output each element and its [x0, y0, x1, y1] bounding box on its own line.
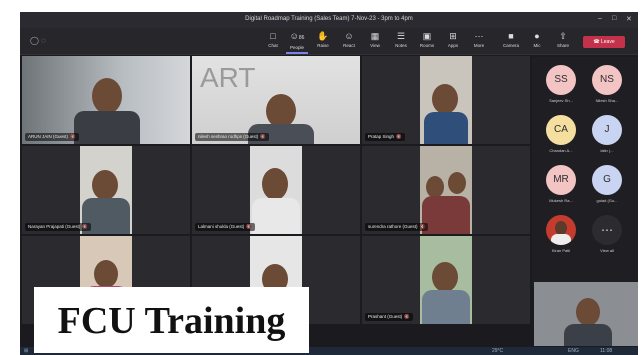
view-icon: ▦: [370, 31, 380, 41]
participant-name: surendra rathore (Guest) 🔇: [365, 223, 429, 231]
video-tile[interactable]: Prashant (Guest) 🔇: [362, 236, 530, 324]
rooms-button[interactable]: ▣ Rooms: [416, 31, 438, 48]
react-icon: ☺: [344, 31, 354, 41]
avatar-name: Chandan A...: [549, 148, 573, 153]
participant-head: [266, 94, 296, 128]
mic-off-icon: 🔇: [396, 134, 402, 139]
video-tile[interactable]: Pratap Singh 🔇: [362, 56, 530, 144]
raise-hand-button[interactable]: ✋ Raise: [312, 31, 334, 48]
shield-icon: ◯ ◌: [30, 36, 46, 45]
participant-head: [94, 260, 118, 288]
participant-name: ARUN JAIN (Guest) 🔇: [25, 133, 79, 141]
avatar[interactable]: J: [592, 115, 622, 145]
maximize-icon[interactable]: □: [612, 15, 616, 22]
participant-body: [422, 290, 470, 324]
clock[interactable]: 11:08: [600, 348, 612, 354]
leave-button[interactable]: ☎ Leave: [583, 36, 625, 48]
video-tile[interactable]: Lalmani shukla (Guest) 🔇: [192, 146, 360, 234]
participant-name: Pratap Singh 🔇: [365, 133, 405, 141]
avatar-photo-body: [551, 234, 571, 245]
video-tile[interactable]: ARUN JAIN (Guest) 🔇: [22, 56, 190, 144]
apps-icon: ⊞: [449, 31, 457, 41]
caption-banner: FCU Training: [34, 287, 309, 353]
temperature: 29°C: [492, 348, 504, 354]
participant-head: [426, 176, 444, 198]
video-tile[interactable]: ART nilesh seshrao rodhps (Guest) 🔇: [192, 56, 360, 144]
avatar[interactable]: [546, 215, 576, 245]
avatar-name: gulad (Gu...: [596, 198, 618, 203]
people-button[interactable]: ☺86 People: [286, 31, 308, 54]
caption-text: FCU Training: [57, 300, 286, 342]
avatar[interactable]: NS: [592, 65, 622, 95]
camera-button[interactable]: ■ Camera: [500, 31, 522, 48]
participant-name: Prashant (Guest) 🔇: [365, 313, 413, 321]
rooms-icon: ▣: [422, 31, 432, 41]
participant-head: [448, 172, 466, 194]
meeting-toolbar: ◯ ◌ □ Chat ☺86 People ✋ Raise ☺ React ▦ …: [20, 28, 638, 55]
phone-icon: ☎: [593, 39, 600, 45]
share-icon: ⇧: [559, 31, 567, 41]
apps-button[interactable]: ⊞ Apps: [442, 31, 464, 48]
participant-body: [74, 111, 140, 144]
participant-body: [252, 198, 300, 234]
mic-off-icon: 🔇: [404, 314, 410, 319]
mic-off-icon: 🔇: [70, 134, 76, 139]
chat-icon: □: [270, 31, 276, 41]
participant-head: [432, 262, 458, 292]
participant-head: [432, 84, 458, 114]
participant-name: Lalmani shukla (Guest) 🔇: [195, 223, 255, 231]
avatar-name: iatin (...: [600, 148, 614, 153]
participants-side-panel: SS Sanjeev Sh... NS Nilesh Sha... CA Cha…: [532, 57, 638, 287]
react-button[interactable]: ☺ React: [338, 31, 360, 48]
notes-icon: ☰: [396, 31, 406, 41]
video-tile[interactable]: surendra rathore (Guest) 🔇: [362, 146, 530, 234]
participant-head: [262, 168, 288, 200]
avatar[interactable]: CA: [546, 115, 576, 145]
more-icon: ⋯: [474, 31, 484, 41]
mic-off-icon: 🔇: [246, 224, 252, 229]
mic-button[interactable]: ● Mic: [526, 31, 548, 48]
mic-off-icon: 🔇: [419, 224, 426, 229]
more-button[interactable]: ⋯ More: [468, 31, 490, 48]
participant-head: [92, 170, 118, 200]
avatar[interactable]: MR: [546, 165, 576, 195]
participant-name: nilesh seshrao rodhps (Guest) 🔇: [195, 133, 269, 141]
chat-button[interactable]: □ Chat: [262, 31, 284, 48]
avatar-name: Nilesh Sha...: [595, 98, 619, 103]
windows-start-icon[interactable]: ⊞: [24, 348, 28, 354]
title-bar: Digital Roadmap Training (Sales Team) 7-…: [20, 12, 638, 28]
wall-art: ART: [200, 62, 256, 93]
avatar-name: Kiran Patil: [551, 248, 571, 253]
participant-body: [422, 196, 470, 234]
people-icon: ☺86: [289, 31, 305, 41]
window-title: Digital Roadmap Training (Sales Team) 7-…: [245, 16, 413, 22]
video-tile[interactable]: Narayan Prajapati (Guest) 🔇: [22, 146, 190, 234]
participant-head: [92, 78, 122, 114]
participant-name: Narayan Prajapati (Guest) 🔇: [25, 223, 91, 231]
participant-body: [424, 112, 468, 144]
mic-off-icon: 🔇: [82, 224, 88, 229]
avatar-name: Mukesh Ra...: [549, 198, 573, 203]
self-view-tile[interactable]: [534, 282, 638, 346]
minimize-icon[interactable]: –: [598, 15, 602, 22]
mic-off-icon: 🔇: [260, 134, 266, 139]
avatar[interactable]: SS: [546, 65, 576, 95]
avatar[interactable]: G: [592, 165, 622, 195]
participant-body: [564, 324, 612, 346]
camera-icon: ■: [508, 31, 514, 41]
view-button[interactable]: ▦ View: [364, 31, 386, 48]
raise-hand-icon: ✋: [317, 31, 329, 41]
close-icon[interactable]: ✕: [626, 15, 632, 23]
more-participants-icon[interactable]: ⋯: [592, 215, 622, 245]
avatar-photo: [555, 221, 567, 235]
notes-button[interactable]: ☰ Notes: [390, 31, 412, 48]
language[interactable]: ENG: [568, 348, 579, 354]
participant-head: [576, 298, 600, 326]
avatar-name: Sanjeev Sh...: [549, 98, 573, 103]
view-all-link[interactable]: View all: [587, 248, 627, 253]
mic-icon: ●: [534, 31, 540, 41]
share-button[interactable]: ⇧ Share: [552, 31, 574, 48]
